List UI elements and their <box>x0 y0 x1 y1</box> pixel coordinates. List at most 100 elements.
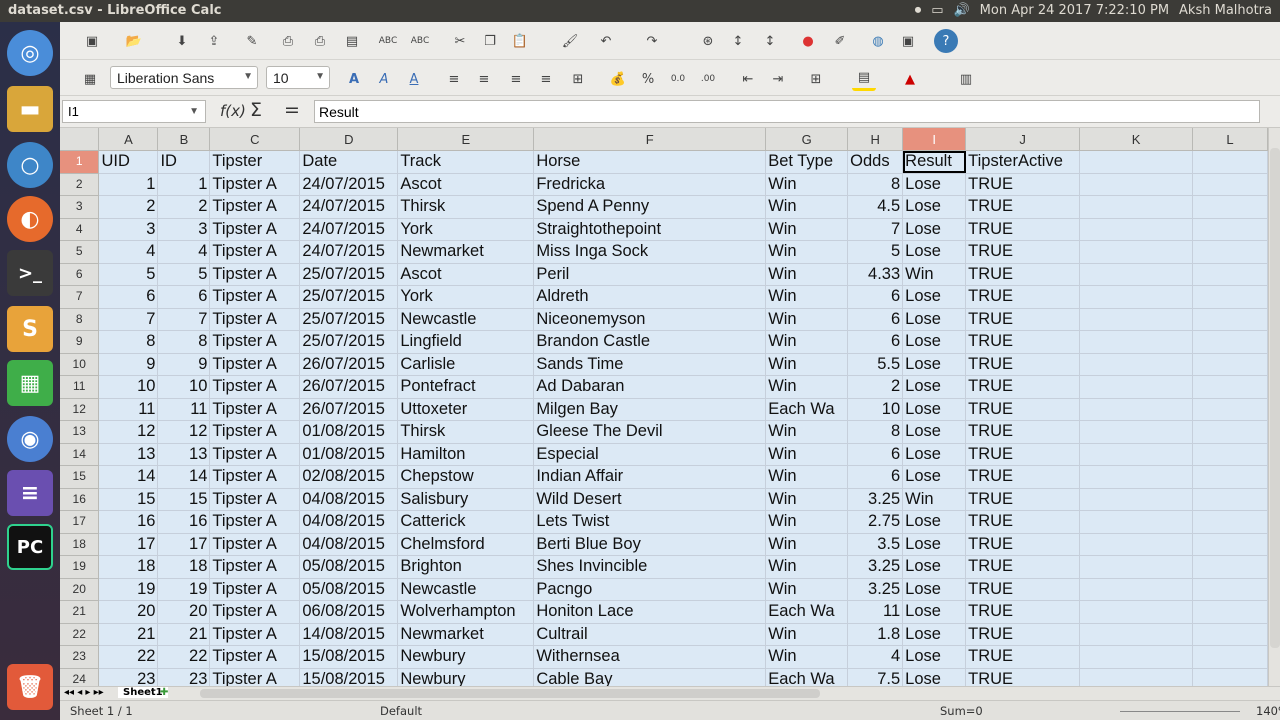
row-header[interactable]: 2 <box>60 173 100 196</box>
cell[interactable]: Tipster A <box>209 555 301 579</box>
cell[interactable]: 25/07/2015 <box>299 285 399 309</box>
cell[interactable]: 2.75 <box>847 510 904 534</box>
cell[interactable] <box>1192 645 1268 669</box>
cell[interactable]: 10 <box>157 375 211 399</box>
navigator-icon[interactable]: ◍ <box>866 29 890 53</box>
cell[interactable]: Tipster A <box>209 510 301 534</box>
cell[interactable]: TRUE <box>965 510 1081 534</box>
cell[interactable]: Win <box>765 353 849 376</box>
cell[interactable]: Win <box>765 578 849 601</box>
cell[interactable] <box>1079 173 1193 196</box>
cell[interactable] <box>1192 398 1268 421</box>
cell[interactable]: Win <box>765 173 849 196</box>
cell[interactable]: 04/08/2015 <box>299 510 399 534</box>
cell[interactable] <box>1192 353 1268 376</box>
paste-icon[interactable]: 📋 <box>508 29 532 53</box>
cell[interactable]: 2 <box>157 195 211 219</box>
firefox-icon[interactable]: ◐ <box>7 196 53 242</box>
cell[interactable]: TRUE <box>965 240 1081 264</box>
cell[interactable]: York <box>397 285 535 309</box>
row-header[interactable]: 15 <box>60 465 100 489</box>
cell[interactable]: Newbury <box>397 668 535 686</box>
cell[interactable]: Tipster A <box>209 623 301 646</box>
justify-icon[interactable]: ≡ <box>534 67 558 91</box>
cell[interactable]: 5.5 <box>847 353 904 376</box>
cell[interactable]: 02/08/2015 <box>299 465 399 489</box>
cell[interactable]: Chelmsford <box>397 533 535 556</box>
row-header[interactable]: 11 <box>60 375 100 399</box>
cell[interactable]: 24/07/2015 <box>299 195 399 219</box>
cell[interactable]: Chepstow <box>397 465 535 489</box>
cell[interactable]: Gleese The Devil <box>533 420 767 444</box>
corner-cell[interactable] <box>60 128 100 151</box>
zoom-level[interactable]: 140% <box>1256 704 1280 718</box>
user-name[interactable]: Aksh Malhotra <box>1179 3 1272 18</box>
cell[interactable]: Carlisle <box>397 353 535 376</box>
calc-icon[interactable]: ▦ <box>7 360 53 406</box>
cell[interactable] <box>1079 510 1193 534</box>
row-header[interactable]: 13 <box>60 420 100 444</box>
cell[interactable]: TRUE <box>965 533 1081 556</box>
row-header[interactable]: 10 <box>60 353 100 376</box>
cell[interactable]: Especial <box>533 443 767 466</box>
cell[interactable]: Lose <box>902 420 967 444</box>
cell[interactable]: 5 <box>847 240 904 264</box>
gallery-icon[interactable]: ▣ <box>896 29 920 53</box>
cell[interactable]: Tipster A <box>209 578 301 601</box>
cell[interactable]: 05/08/2015 <box>299 555 399 579</box>
cell[interactable]: Ascot <box>397 173 535 196</box>
cell[interactable]: 17 <box>98 533 159 556</box>
cell[interactable]: 2 <box>98 195 159 219</box>
new-icon[interactable]: ▣ <box>80 29 104 53</box>
cell[interactable]: Catterick <box>397 510 535 534</box>
cell[interactable]: Tipster A <box>209 353 301 376</box>
cell[interactable]: 19 <box>157 578 211 601</box>
cell[interactable]: 6 <box>847 443 904 466</box>
cell[interactable]: Niceonemyson <box>533 308 767 331</box>
row-header[interactable]: 17 <box>60 510 100 534</box>
cell[interactable]: 3.25 <box>847 578 904 601</box>
cell[interactable]: Tipster A <box>209 398 301 421</box>
cell[interactable]: 15/08/2015 <box>299 668 399 686</box>
cell[interactable]: Track <box>397 150 535 174</box>
cell[interactable] <box>1192 330 1268 354</box>
cell[interactable]: Lose <box>902 510 967 534</box>
cell[interactable]: 7 <box>98 308 159 331</box>
horizontal-scrollbar-thumb[interactable] <box>200 689 820 698</box>
cell[interactable] <box>1079 488 1193 511</box>
cell[interactable]: Lingfield <box>397 330 535 354</box>
cell[interactable]: Win <box>765 555 849 579</box>
cell[interactable] <box>1079 398 1193 421</box>
cell[interactable]: 3.5 <box>847 533 904 556</box>
cell[interactable]: Pontefract <box>397 375 535 399</box>
cell[interactable]: TRUE <box>965 195 1081 219</box>
column-header[interactable]: J <box>965 128 1081 151</box>
cell[interactable]: 7.5 <box>847 668 904 686</box>
redo-icon[interactable]: ↷ <box>640 29 664 53</box>
cell[interactable]: TRUE <box>965 375 1081 399</box>
zoom-slider[interactable] <box>1120 711 1240 712</box>
sort-asc-icon[interactable]: ↕ <box>726 29 750 53</box>
background-color-icon[interactable]: ▤ <box>852 67 876 91</box>
cell[interactable]: Thirsk <box>397 195 535 219</box>
cell[interactable] <box>1192 465 1268 489</box>
cell[interactable]: Tipster A <box>209 173 301 196</box>
camera-icon[interactable]: ⏺ <box>915 3 922 18</box>
cell[interactable]: Tipster <box>209 150 301 174</box>
row-header[interactable]: 23 <box>60 645 100 669</box>
cell[interactable] <box>1192 510 1268 534</box>
cell[interactable]: Win <box>765 330 849 354</box>
cell[interactable]: TRUE <box>965 263 1081 286</box>
cell[interactable] <box>1192 308 1268 331</box>
cell[interactable]: Lose <box>902 173 967 196</box>
cell[interactable] <box>1079 375 1193 399</box>
cell[interactable] <box>1079 263 1193 286</box>
borders-icon[interactable]: ⊞ <box>804 67 828 91</box>
undo-icon[interactable]: ↶ <box>594 29 618 53</box>
cell[interactable]: Lose <box>902 443 967 466</box>
open-icon[interactable]: 📂 <box>122 29 146 53</box>
cell[interactable]: UID <box>98 150 159 174</box>
cell[interactable]: 7 <box>847 218 904 241</box>
cell[interactable] <box>1079 218 1193 241</box>
cell[interactable]: Miss Inga Sock <box>533 240 767 264</box>
